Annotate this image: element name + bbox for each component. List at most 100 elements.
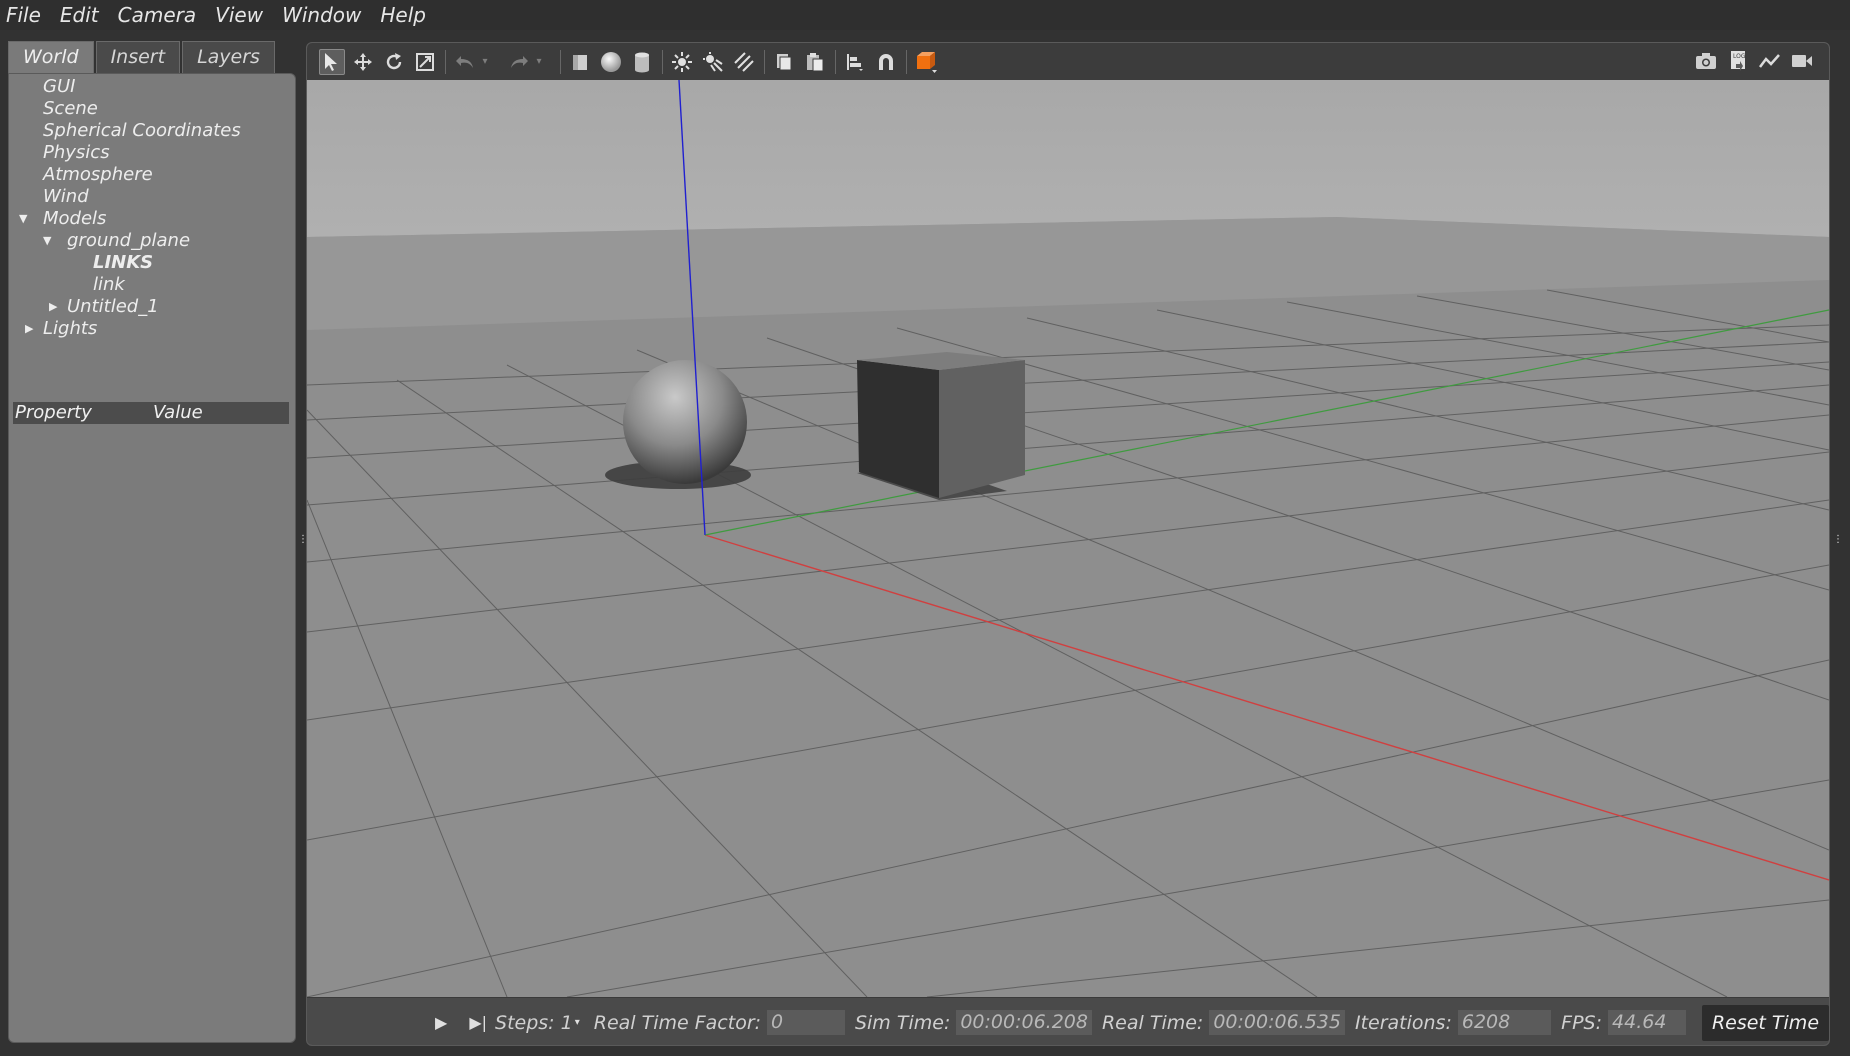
translate-icon[interactable] bbox=[350, 49, 376, 75]
menu-camera[interactable]: Camera bbox=[118, 3, 197, 27]
undo-history-dropdown-icon[interactable]: ▾ bbox=[479, 49, 491, 75]
value-column-header[interactable]: Value bbox=[153, 402, 203, 424]
tree-label: Atmosphere bbox=[43, 164, 153, 185]
menu-edit[interactable]: Edit bbox=[60, 3, 99, 27]
tree-label: Untitled_1 bbox=[67, 296, 159, 317]
toolbar-separator bbox=[560, 49, 561, 74]
tab-insert[interactable]: Insert bbox=[95, 41, 181, 73]
record-video-icon[interactable] bbox=[1789, 48, 1815, 74]
iterations-label: Iterations: bbox=[1354, 1011, 1452, 1034]
tree-label: ground_plane bbox=[67, 230, 191, 251]
tree-label: LINKS bbox=[93, 252, 154, 273]
property-table-header: Property Value bbox=[13, 402, 289, 424]
box-side-face bbox=[939, 360, 1025, 498]
svg-text:LOG: LOG bbox=[1733, 53, 1746, 60]
view-angle-icon[interactable] bbox=[913, 49, 939, 75]
tree-item-link[interactable]: link bbox=[9, 274, 295, 296]
scene-viewport[interactable] bbox=[307, 80, 1829, 997]
sphere-icon[interactable] bbox=[598, 49, 624, 75]
play-icon[interactable]: ▶ bbox=[435, 1013, 447, 1032]
tree-label: GUI bbox=[43, 76, 76, 97]
world-tree: GUI Scene Spherical Coordinates Physics … bbox=[9, 76, 295, 340]
status-bar: ▶ ▶| Steps: 1 ▾ Real Time Factor: 0 Sim … bbox=[307, 997, 1829, 1045]
panel-splitter-handle[interactable]: ⋮ bbox=[298, 535, 308, 550]
paste-icon[interactable] bbox=[802, 49, 828, 75]
iterations-value: 6208 bbox=[1457, 1010, 1552, 1035]
toolbar-right-group: LOG bbox=[1687, 48, 1815, 74]
undo-icon[interactable] bbox=[452, 49, 478, 75]
tree-item-wind[interactable]: Wind bbox=[9, 186, 295, 208]
collapsed-arrow-icon[interactable]: ▶ bbox=[25, 318, 39, 340]
reset-time-button[interactable]: Reset Time bbox=[1701, 1004, 1829, 1041]
menu-window[interactable]: Window bbox=[282, 3, 361, 27]
step-icon[interactable]: ▶| bbox=[469, 1013, 487, 1032]
tree-item-atmosphere[interactable]: Atmosphere bbox=[9, 164, 295, 186]
tree-label: Physics bbox=[43, 142, 110, 163]
expanded-arrow-icon[interactable]: ▼ bbox=[43, 230, 57, 252]
tree-item-spherical-coordinates[interactable]: Spherical Coordinates bbox=[9, 120, 295, 142]
tab-layers[interactable]: Layers bbox=[182, 41, 275, 73]
toolbar-separator bbox=[662, 49, 663, 74]
right-panel-splitter-handle[interactable]: ⋮ bbox=[1833, 535, 1843, 550]
sim-time-value: 00:00:06.208 bbox=[956, 1010, 1092, 1035]
toolbar-separator bbox=[445, 49, 446, 74]
tree-item-ground-plane[interactable]: ▼ ground_plane bbox=[9, 230, 295, 252]
render-toolbar: ▾ ▾ LOG bbox=[307, 43, 1829, 80]
tree-label: Models bbox=[43, 208, 107, 229]
sphere-model[interactable] bbox=[623, 360, 747, 484]
plot-icon[interactable] bbox=[1757, 48, 1783, 74]
real-time-value: 00:00:06.535 bbox=[1209, 1010, 1345, 1035]
tree-label: Scene bbox=[43, 98, 98, 119]
select-icon[interactable] bbox=[319, 48, 345, 75]
left-panel-tabs: World Insert Layers bbox=[8, 41, 277, 73]
sim-time-label: Sim Time: bbox=[854, 1011, 951, 1034]
steps-label[interactable]: Steps: 1 bbox=[495, 1012, 573, 1034]
background-wall bbox=[307, 80, 1829, 237]
tree-label: link bbox=[93, 274, 125, 295]
cylinder-icon[interactable] bbox=[629, 49, 655, 75]
screenshot-icon[interactable] bbox=[1693, 48, 1719, 74]
redo-history-dropdown-icon[interactable]: ▾ bbox=[533, 49, 545, 75]
directional-light-icon[interactable] bbox=[731, 49, 757, 75]
toolbar-separator bbox=[835, 49, 836, 74]
menu-help[interactable]: Help bbox=[380, 3, 426, 27]
toolbar-separator bbox=[906, 49, 907, 74]
tree-item-scene[interactable]: Scene bbox=[9, 98, 295, 120]
steps-dropdown-icon[interactable]: ▾ bbox=[575, 1017, 580, 1028]
align-icon[interactable] bbox=[842, 49, 868, 75]
rotate-icon[interactable] bbox=[381, 49, 407, 75]
fps-value: 44.64 bbox=[1608, 1010, 1686, 1035]
collapsed-arrow-icon[interactable]: ▶ bbox=[49, 296, 63, 318]
real-time-factor-label: Real Time Factor: bbox=[593, 1011, 762, 1034]
render-view: ▾ ▾ LOG ▶ ▶| Steps: 1 ▾ Real Time Factor… bbox=[306, 42, 1830, 1046]
property-column-header[interactable]: Property bbox=[15, 402, 92, 424]
point-light-icon[interactable] bbox=[669, 49, 695, 75]
tree-item-lights[interactable]: ▶ Lights bbox=[9, 318, 295, 340]
snap-icon[interactable] bbox=[873, 49, 899, 75]
tree-item-models[interactable]: ▼ Models bbox=[9, 208, 295, 230]
tree-item-links-header: LINKS bbox=[9, 252, 295, 274]
world-panel: GUI Scene Spherical Coordinates Physics … bbox=[8, 73, 296, 1043]
log-icon[interactable]: LOG bbox=[1725, 48, 1751, 74]
tree-label: Wind bbox=[43, 186, 89, 207]
scale-icon[interactable] bbox=[412, 49, 438, 75]
spot-light-icon[interactable] bbox=[700, 49, 726, 75]
real-time-factor-value: 0 bbox=[767, 1010, 845, 1035]
menu-bar: File Edit Camera View Window Help bbox=[0, 0, 1850, 30]
menu-file[interactable]: File bbox=[6, 3, 41, 27]
redo-icon[interactable] bbox=[506, 49, 532, 75]
tree-item-gui[interactable]: GUI bbox=[9, 76, 295, 98]
fps-label: FPS: bbox=[1561, 1011, 1603, 1034]
tree-label: Spherical Coordinates bbox=[43, 120, 241, 141]
tab-world[interactable]: World bbox=[8, 41, 94, 73]
tree-label: Lights bbox=[43, 318, 98, 339]
real-time-label: Real Time: bbox=[1101, 1011, 1204, 1034]
tree-item-untitled-1[interactable]: ▶ Untitled_1 bbox=[9, 296, 295, 318]
toolbar-separator bbox=[764, 49, 765, 74]
menu-view[interactable]: View bbox=[215, 3, 263, 27]
box-icon[interactable] bbox=[567, 49, 593, 75]
ground-plane bbox=[307, 280, 1829, 997]
copy-icon[interactable] bbox=[771, 49, 797, 75]
expanded-arrow-icon[interactable]: ▼ bbox=[19, 208, 33, 230]
tree-item-physics[interactable]: Physics bbox=[9, 142, 295, 164]
